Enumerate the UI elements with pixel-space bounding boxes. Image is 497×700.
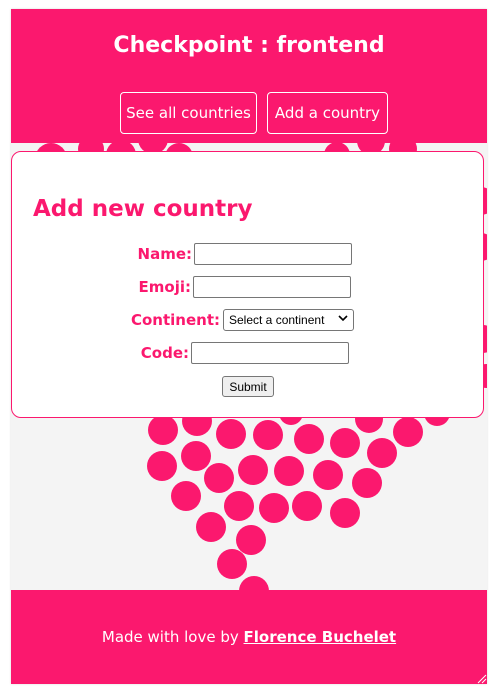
author-link[interactable]: Florence Buchelet [244,628,397,646]
continent-select[interactable]: Select a continent [223,309,354,331]
footer-credit-text: Made with love by [101,628,239,646]
app-frame: Checkpoint : frontend See all countries … [11,9,487,684]
see-all-countries-button[interactable]: See all countries [120,92,257,134]
continent-row: Continent: Select a continent [12,309,483,333]
emoji-row: Emoji: [12,276,483,300]
add-country-form: Add new country Name: Emoji: Continent: … [11,151,484,418]
resize-grip-icon[interactable] [475,672,487,684]
add-country-button[interactable]: Add a country [267,92,388,134]
code-input[interactable] [191,342,349,364]
emoji-input[interactable] [193,276,351,298]
submit-button[interactable]: Submit [222,376,274,397]
chevron-down-icon [338,313,348,326]
form-title: Add new country [33,196,253,222]
footer-text: Made with love by Florence Buchelet [11,628,487,646]
name-input[interactable] [194,243,352,265]
name-label: Name: [137,245,192,263]
site-footer: Made with love by Florence Buchelet [11,590,487,684]
emoji-label: Emoji: [138,278,191,296]
site-header: Checkpoint : frontend See all countries … [11,9,487,143]
continent-select-value: Select a continent [229,313,325,327]
continent-label: Continent: [130,311,220,329]
name-row: Name: [12,243,483,267]
code-row: Code: [12,342,483,366]
site-title: Checkpoint : frontend [113,33,385,58]
code-label: Code: [140,344,189,362]
